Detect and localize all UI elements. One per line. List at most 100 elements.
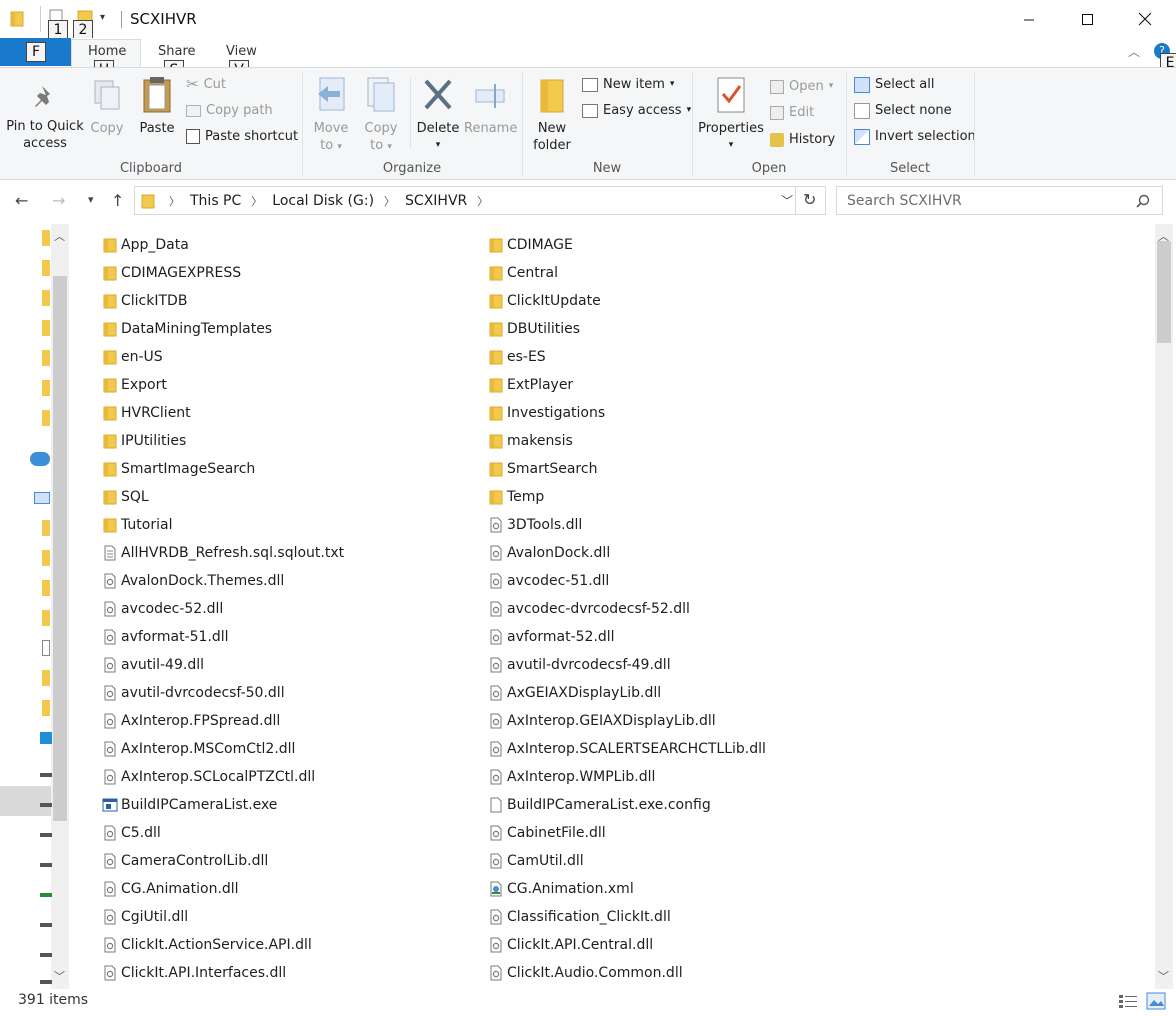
up-arrow-icon[interactable]: ↑ [111,191,124,210]
folder-icon[interactable] [42,700,50,716]
address-dropdown-icon[interactable]: ﹀ [781,192,793,209]
file-item[interactable]: AxInterop.GEIAXDisplayLib.dll [478,707,858,735]
file-item[interactable]: Classification_ClickIt.dll [478,903,858,931]
folder-item[interactable]: IPUtilities [92,427,472,455]
folder-item[interactable]: Tutorial [92,511,472,539]
file-item[interactable]: AxInterop.MSComCtl2.dll [92,735,472,763]
tab-home[interactable]: Home [88,44,126,59]
open-button[interactable]: Open ▾ [770,78,833,95]
search-input[interactable]: Search SCXIHVR [836,186,1163,215]
scroll-down-icon[interactable]: ﹀ [1158,968,1169,984]
delete-button[interactable]: Delete ▾ [415,76,461,154]
folder-icon[interactable] [42,380,50,396]
drive-icon[interactable] [40,893,52,897]
file-item[interactable]: CgiUtil.dll [92,903,472,931]
new-item-button[interactable]: New item ▾ [582,76,674,93]
folder-item[interactable]: Temp [478,483,858,511]
easy-access-button[interactable]: Easy access ▾ [582,102,691,119]
drive-icon[interactable] [40,953,52,957]
close-button[interactable] [1116,0,1174,38]
file-item[interactable]: avcodec-dvrcodecsf-52.dll [478,595,858,623]
scroll-up-icon[interactable]: ︿ [54,228,65,244]
folder-item[interactable]: ClickItUpdate [478,287,858,315]
folder-item[interactable]: ExtPlayer [478,371,858,399]
file-list-scroll-thumb[interactable] [1157,241,1171,343]
back-arrow-icon[interactable]: ← [15,191,28,210]
file-item[interactable]: BuildIPCameraList.exe [92,791,472,819]
folder-item[interactable]: ClickITDB [92,287,472,315]
address-bar[interactable]: 〉 This PC 〉 Local Disk (G:) 〉 SCXIHVR 〉 … [134,186,826,215]
folder-item[interactable]: HVRClient [92,399,472,427]
file-item[interactable]: AvalonDock.dll [478,539,858,567]
folder-item[interactable]: SQL [92,483,472,511]
drive-icon[interactable] [40,863,52,867]
paste-button[interactable]: Paste [136,76,178,137]
folder-item[interactable]: Central [478,259,858,287]
history-button[interactable]: History [770,131,835,148]
refresh-icon[interactable]: ↻ [803,190,816,209]
new-folder-button[interactable]: New folder [528,76,576,154]
tab-view[interactable]: View [226,44,257,59]
qat-dropdown-icon[interactable]: ▾ [100,12,105,23]
breadcrumb-scxihvr[interactable]: SCXIHVR [405,193,467,209]
file-item[interactable]: ClickIt.API.Central.dll [478,931,858,959]
folder-icon[interactable] [42,230,50,246]
folder-icon[interactable] [42,350,50,366]
file-item[interactable]: AxInterop.WMPLib.dll [478,763,858,791]
folder-icon[interactable] [42,610,50,626]
folder-icon[interactable] [42,550,50,566]
copy-to-button[interactable]: Copy to ▾ [360,76,402,156]
file-list[interactable]: App_Data CDIMAGE CDIMAGEXPRESS Central Click… [92,231,1152,989]
file-item[interactable]: avcodec-51.dll [478,567,858,595]
folder-item[interactable]: Investigations [478,399,858,427]
navigation-pane-selected-item[interactable] [0,786,51,816]
folder-icon[interactable] [42,580,50,596]
folder-icon[interactable] [42,520,50,536]
folder-item[interactable]: es-ES [478,343,858,371]
file-item[interactable]: ClickIt.API.Interfaces.dll [92,959,472,987]
file-item[interactable]: ClickIt.ActionService.API.dll [92,931,472,959]
large-icons-view-icon[interactable] [1146,992,1166,1010]
drive-icon[interactable] [40,980,52,984]
tab-file[interactable]: F [0,38,71,66]
properties-button[interactable]: Properties ▾ [698,76,764,154]
minimize-button[interactable] [1000,0,1058,38]
file-item[interactable]: AxInterop.SCALERTSEARCHCTLLib.dll [478,735,858,763]
file-item[interactable]: CabinetFile.dll [478,819,858,847]
drive-icon[interactable] [40,803,52,807]
file-item[interactable]: CamUtil.dll [478,847,858,875]
this-pc-icon[interactable] [34,492,50,504]
file-item[interactable]: ClickIt.Audio.Common.dll [478,959,858,987]
tab-share[interactable]: Share [158,44,196,59]
folder-item[interactable]: CDIMAGEXPRESS [92,259,472,287]
file-item[interactable]: avutil-dvrcodecsf-50.dll [92,679,472,707]
folder-icon[interactable] [42,410,50,426]
collapse-ribbon-icon[interactable]: ︿ [1128,43,1140,60]
drive-icon[interactable] [40,923,52,927]
windows-drive-icon[interactable] [40,732,52,744]
document-icon[interactable] [42,640,50,656]
move-to-button[interactable]: Move to ▾ [310,76,352,156]
paste-shortcut-button[interactable]: Paste shortcut [186,128,298,145]
maximize-button[interactable] [1058,0,1116,38]
select-all-button[interactable]: Select all [854,76,934,93]
file-item[interactable]: AxInterop.SCLocalPTZCtl.dll [92,763,472,791]
folder-icon[interactable] [42,320,50,336]
scroll-down-icon[interactable]: ﹀ [54,968,65,984]
folder-item[interactable]: Export [92,371,472,399]
file-item[interactable]: avutil-49.dll [92,651,472,679]
pin-to-quick-access-button[interactable]: Pin to Quick access [6,82,84,152]
details-view-icon[interactable] [1118,993,1138,1009]
drive-icon[interactable] [40,833,52,837]
navigation-pane-scroll-thumb[interactable] [53,276,67,821]
folder-item[interactable]: CDIMAGE [478,231,858,259]
file-item[interactable]: 3DTools.dll [478,511,858,539]
folder-item[interactable]: SmartSearch [478,455,858,483]
file-item[interactable]: C5.dll [92,819,472,847]
file-item[interactable]: avcodec-52.dll [92,595,472,623]
breadcrumb-this-pc[interactable]: This PC [190,193,241,209]
file-item[interactable]: CG.Animation.dll [92,875,472,903]
folder-icon[interactable] [42,670,50,686]
file-item[interactable]: avformat-52.dll [478,623,858,651]
file-item[interactable]: avutil-dvrcodecsf-49.dll [478,651,858,679]
